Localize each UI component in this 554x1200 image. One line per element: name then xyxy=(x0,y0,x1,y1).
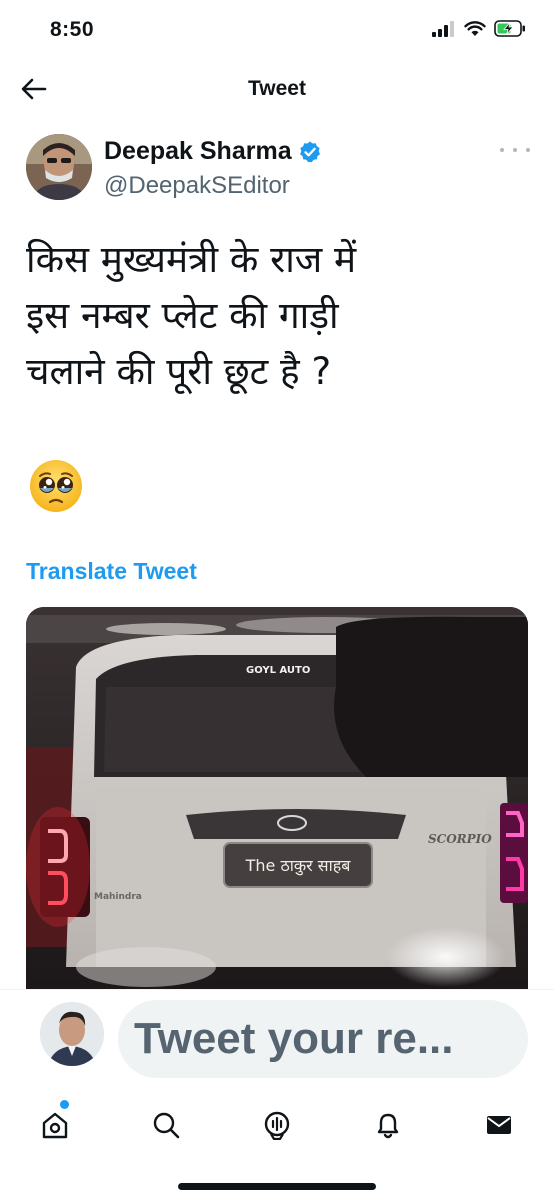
current-user-avatar[interactable] xyxy=(40,1002,104,1066)
tweet-author: Deepak Sharma @DeepakSEditor xyxy=(26,132,534,202)
messages-icon xyxy=(486,1116,511,1134)
tab-notifications[interactable] xyxy=(332,1090,443,1160)
header: Tweet xyxy=(0,62,554,116)
brand-text: Mahindra xyxy=(94,892,142,902)
author-name-text: Deepak Sharma xyxy=(104,137,292,165)
pleading-face-icon xyxy=(30,460,82,512)
notification-dot xyxy=(60,1100,69,1109)
spaces-icon xyxy=(264,1111,290,1140)
dealer-text: GOYL AUTO xyxy=(246,665,310,676)
notifications-icon xyxy=(377,1113,398,1139)
status-bar: 8:50 xyxy=(0,0,554,60)
more-options-button[interactable] xyxy=(500,140,530,160)
bottom-tab-bar xyxy=(0,1090,554,1160)
tab-messages[interactable] xyxy=(443,1090,554,1160)
tab-spaces[interactable] xyxy=(222,1090,333,1160)
author-avatar[interactable] xyxy=(26,134,92,200)
battery-charging-icon xyxy=(494,20,525,37)
home-indicator[interactable] xyxy=(178,1183,376,1190)
status-icons xyxy=(432,20,526,37)
tweet-photo[interactable]: GOYL AUTO The ठाकुर साहब SCORPIO Mahindr… xyxy=(26,607,528,989)
dot-icon xyxy=(500,148,504,152)
search-icon xyxy=(153,1112,180,1139)
reply-input[interactable]: Tweet your re... xyxy=(118,1000,528,1078)
tab-home[interactable] xyxy=(0,1090,111,1160)
model-text: SCORPIO xyxy=(428,832,492,846)
dot-icon xyxy=(526,148,530,152)
verified-badge-icon xyxy=(299,141,320,162)
plate-text: The ठाकुर साहब xyxy=(245,856,352,876)
status-time: 8:50 xyxy=(50,18,95,41)
dot-icon xyxy=(513,148,517,152)
page-title: Tweet xyxy=(248,77,306,100)
tab-search[interactable] xyxy=(111,1090,222,1160)
reply-bar: Tweet your re... xyxy=(0,989,554,1085)
cellular-signal-icon xyxy=(432,20,454,37)
wifi-icon xyxy=(464,20,486,36)
author-name[interactable]: Deepak Sharma xyxy=(104,137,322,166)
author-handle[interactable]: @DeepakSEditor xyxy=(104,172,290,200)
home-icon xyxy=(43,1112,68,1139)
tweet-text: किस मुख्यमंत्री के राज में इस नम्बर प्ले… xyxy=(26,238,357,393)
translate-tweet-link[interactable]: Translate Tweet xyxy=(26,558,197,585)
